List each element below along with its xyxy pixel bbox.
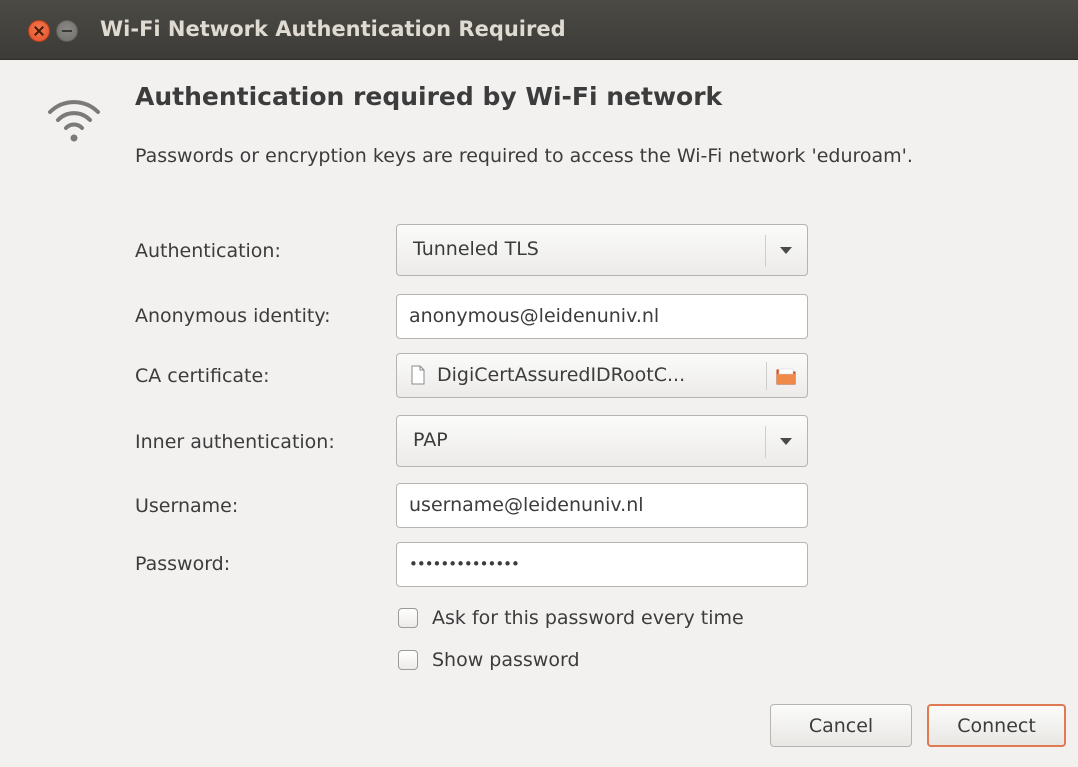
authentication-select[interactable]: Tunneled TLS bbox=[396, 224, 808, 276]
username-input[interactable]: username@leidenuniv.nl bbox=[396, 483, 808, 528]
anonymous-identity-label: Anonymous identity: bbox=[135, 305, 331, 327]
ask-password-option[interactable]: Ask for this password every time bbox=[398, 604, 744, 632]
show-password-label: Show password bbox=[432, 649, 580, 671]
combo-separator bbox=[765, 235, 766, 267]
dialog-heading: Authentication required by Wi-Fi network bbox=[135, 82, 723, 111]
combo-separator bbox=[765, 426, 766, 458]
minimize-icon[interactable] bbox=[56, 20, 78, 42]
document-icon bbox=[411, 365, 425, 385]
file-chooser-separator bbox=[766, 362, 767, 390]
password-input[interactable]: •••••••••••••• bbox=[396, 542, 808, 587]
username-label: Username: bbox=[135, 495, 239, 517]
inner-authentication-label: Inner authentication: bbox=[135, 431, 335, 453]
inner-authentication-select[interactable]: PAP bbox=[396, 415, 808, 467]
authentication-value: Tunneled TLS bbox=[413, 238, 539, 260]
window-title: Wi-Fi Network Authentication Required bbox=[100, 17, 566, 41]
folder-icon[interactable] bbox=[775, 365, 797, 387]
inner-authentication-value: PAP bbox=[413, 429, 448, 451]
chevron-down-icon bbox=[780, 438, 792, 445]
auth-dialog: Wi-Fi Network Authentication Required Au… bbox=[0, 0, 1078, 767]
ca-certificate-label: CA certificate: bbox=[135, 365, 270, 387]
authentication-label: Authentication: bbox=[135, 240, 281, 262]
dialog-description: Passwords or encryption keys are require… bbox=[135, 145, 913, 167]
ask-password-checkbox[interactable] bbox=[398, 608, 418, 628]
show-password-option[interactable]: Show password bbox=[398, 646, 580, 674]
anonymous-identity-input[interactable]: anonymous@leidenuniv.nl bbox=[396, 294, 808, 339]
ca-certificate-chooser[interactable]: DigiCertAssuredIDRootC... bbox=[396, 353, 808, 398]
ca-certificate-filename: DigiCertAssuredIDRootC... bbox=[437, 364, 686, 386]
cancel-button[interactable]: Cancel bbox=[770, 704, 912, 747]
password-label: Password: bbox=[135, 553, 231, 575]
title-bar[interactable]: Wi-Fi Network Authentication Required bbox=[0, 0, 1078, 60]
show-password-checkbox[interactable] bbox=[398, 650, 418, 670]
chevron-down-icon bbox=[780, 247, 792, 254]
connect-button[interactable]: Connect bbox=[927, 704, 1066, 747]
close-icon[interactable] bbox=[28, 20, 50, 42]
wifi-icon bbox=[48, 100, 100, 142]
ask-password-label: Ask for this password every time bbox=[432, 607, 744, 629]
